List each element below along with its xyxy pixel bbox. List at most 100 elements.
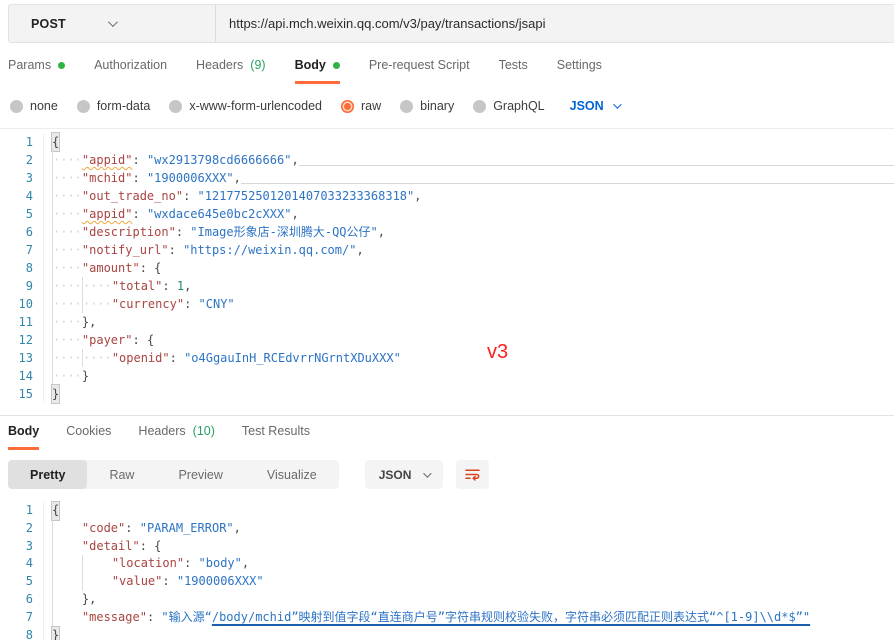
line-number: 4 (0, 187, 44, 205)
line-number: 5 (0, 573, 44, 591)
code-line: 12 ···· "payer": { (0, 331, 894, 349)
response-body-viewer[interactable]: 1{2 "code": "PARAM_ERROR", 3 "detail": {4… (0, 502, 894, 640)
tab-response-body-label: Body (8, 424, 40, 438)
view-visualize-button[interactable]: Visualize (245, 460, 339, 489)
tab-pre-request-script[interactable]: Pre-request Script (369, 58, 470, 84)
code-token: : (184, 556, 199, 571)
code-line: 11 ····}, (0, 313, 894, 331)
radio-binary[interactable]: binary (400, 99, 454, 113)
tab-response-body[interactable]: Body (8, 424, 40, 450)
headers-count: (9) (250, 58, 266, 72)
radio-form-data[interactable]: form-data (76, 99, 150, 113)
code-token: "mchid" (81, 171, 133, 185)
code-line: 7 ···· "notify_url": "https://weixin.qq.co… (0, 241, 894, 259)
code-token: , (291, 153, 299, 167)
code-token: ···· (82, 297, 112, 311)
code-token: , (377, 225, 385, 239)
code-token: "CNY" (198, 297, 235, 311)
response-section: Body Cookies Headers (10) Test Results P… (0, 415, 894, 640)
tab-response-headers-label: Headers (138, 424, 186, 438)
radio-raw[interactable]: raw (341, 99, 381, 113)
code-token: "currency" (111, 297, 185, 311)
tab-cookies-label: Cookies (66, 424, 112, 438)
code-token: } (52, 385, 60, 403)
code-token: "1900006XXX" (146, 171, 234, 185)
code-line: 4 ···· "out_trade_no": "121775250120140703… (0, 187, 894, 205)
code-token: "amount" (81, 261, 140, 275)
view-raw-label: Raw (109, 467, 135, 482)
code-token: : (175, 225, 191, 239)
radio-graphql[interactable]: GraphQL (473, 99, 545, 113)
code-token: ···· (53, 243, 82, 257)
response-language-dropdown[interactable]: JSON (364, 460, 444, 489)
view-pretty-button[interactable]: Pretty (8, 460, 88, 489)
code-token: "appid" (81, 207, 133, 221)
tab-tests-label: Tests (498, 58, 528, 72)
radio-urlencoded-label: x-www-form-urlencoded (189, 99, 322, 113)
request-tabs: Params Authorization Headers (9) Body Pr… (0, 58, 894, 84)
radio-none[interactable]: none (10, 99, 58, 113)
line-number: 1 (0, 502, 44, 520)
code-token: "https://weixin.qq.com/" (183, 243, 357, 257)
code-token: : (125, 520, 140, 535)
line-number: 12 (0, 331, 44, 349)
line-number: 9 (0, 277, 44, 295)
chevron-down-icon (107, 17, 118, 28)
code-token: { (154, 261, 162, 275)
tab-response-headers[interactable]: Headers (10) (138, 424, 214, 450)
code-token: : (162, 279, 177, 293)
line-number: 1 (0, 133, 44, 151)
code-line: 10 ···· ···· "currency": "CNY" (0, 295, 894, 313)
request-body-editor[interactable]: v3 1{2 ···· "appid": "wx2913798cd6666666",… (0, 128, 894, 409)
response-headers-count: (10) (192, 424, 215, 438)
url-input[interactable] (216, 5, 894, 42)
code-token: "openid" (111, 351, 170, 365)
tab-body-label: Body (294, 58, 326, 72)
wrap-text-button[interactable] (456, 460, 490, 489)
code-line: 3 "detail": { (0, 537, 894, 556)
code-token: : (169, 351, 185, 365)
code-token: ···· (53, 279, 82, 293)
code-token: "payer" (81, 333, 133, 347)
code-line: 5 "value": "1900006XXX" (0, 573, 894, 591)
line-number: 8 (0, 259, 44, 277)
tab-settings[interactable]: Settings (557, 58, 602, 84)
radio-binary-label: binary (420, 99, 455, 113)
code-token: "1900006XXX" (176, 574, 264, 589)
code-line: 2 "code": "PARAM_ERROR", (0, 519, 894, 538)
line-number: 3 (0, 537, 44, 556)
code-token: { (52, 133, 60, 151)
line-number: 6 (0, 223, 44, 241)
line-number: 15 (0, 385, 44, 403)
code-line: 2 ···· "appid": "wx2913798cd6666666", (0, 151, 894, 169)
code-token: , (233, 520, 241, 535)
tab-tests[interactable]: Tests (499, 58, 528, 84)
annotation-underline (298, 165, 894, 166)
code-line: 5 ···· "appid": "wxdace645e0bc2cXXX", (0, 205, 894, 223)
raw-language-dropdown[interactable]: JSON (570, 99, 622, 113)
code-line: 1{ (0, 133, 894, 151)
tab-body[interactable]: Body (294, 58, 340, 84)
code-token: : (132, 171, 147, 185)
tab-test-results[interactable]: Test Results (242, 424, 310, 450)
code-token: } (52, 626, 60, 640)
tab-authorization[interactable]: Authorization (94, 58, 167, 84)
radio-x-www-form-urlencoded[interactable]: x-www-form-urlencoded (169, 99, 322, 113)
code-token: }, (81, 591, 97, 606)
annotation-underline (240, 183, 894, 184)
tab-params[interactable]: Params (8, 58, 66, 84)
code-token: "out_trade_no" (81, 189, 184, 203)
tab-cookies[interactable]: Cookies (66, 424, 111, 450)
code-token: , (356, 243, 364, 257)
tab-headers-label: Headers (196, 58, 244, 72)
tab-headers[interactable]: Headers (9) (196, 58, 266, 84)
view-preview-button[interactable]: Preview (156, 460, 244, 489)
view-raw-button[interactable]: Raw (87, 460, 156, 489)
view-visualize-label: Visualize (266, 467, 317, 482)
radio-icon (473, 99, 487, 113)
code-token: "total" (111, 279, 163, 293)
code-token: ···· (53, 297, 82, 311)
method-dropdown[interactable]: POST (9, 5, 216, 42)
